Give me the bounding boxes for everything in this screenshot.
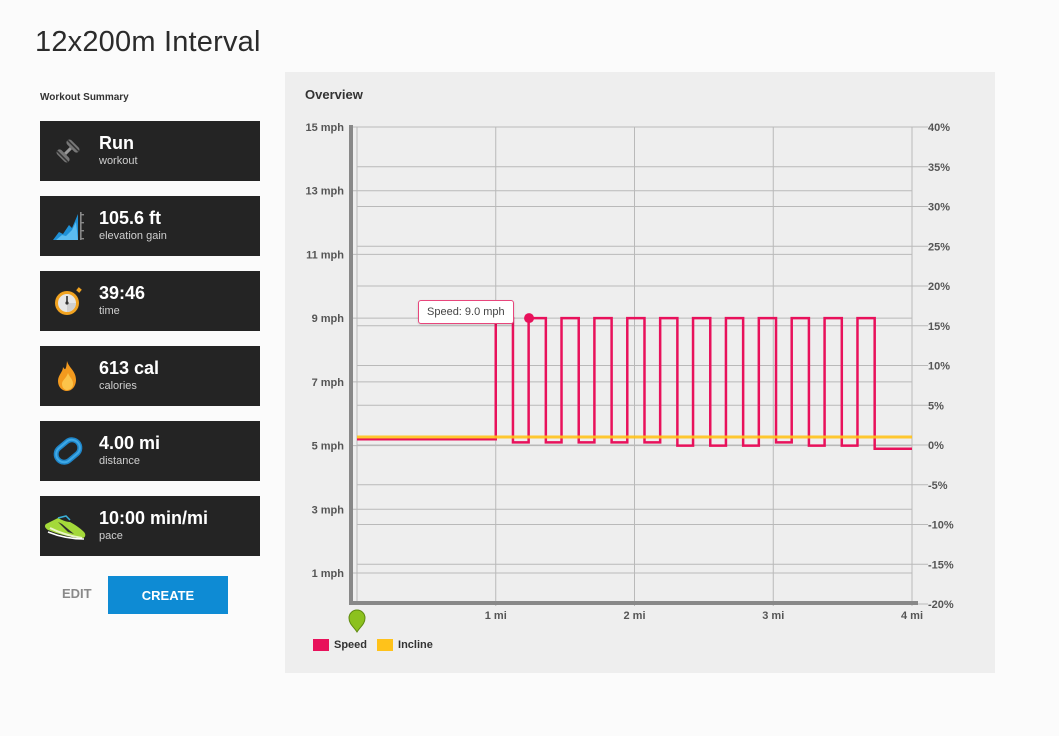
pace-label: pace [99,530,123,542]
x-tick-label: 2 mi [623,610,645,622]
overview-chart: 40% 35% 30% 25% 20% 15% 10% 5% 0% -5% -10% -15% -20%… [305,122,954,633]
y-left-tick-label: 7 mph [312,377,345,389]
x-tick-label: 3 mi [762,610,784,622]
calories-label: calories [99,380,137,392]
calories-value: 613 cal [99,358,160,378]
overview-panel: Overview 40% 35% 30% 25% 20% 15% 10% 5% 0% -5% -10… [285,72,995,673]
legend-swatch-incline [377,639,394,651]
stopwatch-icon [50,283,86,319]
summary-card-pace: 10:00 min/mi pace [40,496,260,556]
y-right-tick-label: -5% [928,480,948,492]
time-value: 39:46 [99,283,146,303]
y-right-tick-label: -20% [928,599,954,611]
y-left-tick-label: 9 mph [312,313,345,325]
y-left-tick-label: 3 mph [312,504,345,516]
y-right-tick-label: 25% [928,241,950,253]
y-right-tick-label: 0% [928,440,944,452]
y-left-tick-label: 1 mph [312,568,345,580]
chart-tooltip: Speed: 9.0 mph [418,300,514,324]
time-label: time [99,305,120,317]
y-left-tick-label: 13 mph [305,186,344,198]
flame-icon [50,358,86,394]
create-button[interactable]: CREATE [108,576,228,614]
y-right-tick-label: -10% [928,520,954,532]
elevation-value: 105.6 ft [99,208,162,228]
dumbbell-icon [50,133,86,169]
page-title: 12x200m Interval [35,26,261,58]
legend-swatch-speed [313,639,329,651]
y-right-tick-label: 20% [928,281,950,293]
y-right-tick-label: 30% [928,202,950,214]
distance-band-icon [50,433,86,469]
start-marker-icon [348,609,366,633]
x-tick-label: 1 mi [485,610,507,622]
summary-card-time: 39:46 time [40,271,260,331]
y-left-tick-label: 15 mph [305,122,344,134]
summary-card-distance: 4.00 mi distance [40,421,260,481]
workout-value: Run [99,133,134,153]
edit-button[interactable]: EDIT [62,586,92,601]
y-right-tick-label: 15% [928,321,950,333]
running-shoe-icon [44,508,88,544]
y-left-tick-label: 11 mph [306,249,344,261]
y-right-tick-label: -15% [928,559,954,571]
x-tick-label: 4 mi [901,610,923,622]
chart-legend: Speed Incline [313,639,443,651]
legend-label-incline: Incline [398,639,433,651]
pace-value: 10:00 min/mi [99,508,209,528]
y-right-tick-label: 40% [928,122,950,134]
legend-label-speed: Speed [334,639,368,651]
distance-label: distance [99,455,140,467]
legend-item-speed[interactable]: Speed [313,639,367,651]
summary-card-calories: 613 cal calories [40,346,260,406]
summary-card-workout: Run workout [40,121,260,181]
tooltip-point [524,313,535,324]
summary-card-elevation: 105.6 ft elevation gain [40,196,260,256]
y-right-tick-label: 35% [928,162,950,174]
legend-item-incline[interactable]: Incline [377,639,433,651]
elevation-label: elevation gain [99,230,167,242]
y-right-tick-label: 10% [928,361,950,373]
y-right-tick-label: 5% [928,400,944,412]
distance-value: 4.00 mi [99,433,161,453]
y-left-tick-label: 5 mph [312,441,345,453]
elevation-icon [50,208,86,244]
workout-summary-heading: Workout Summary [40,92,129,103]
summary-cards: Run workout 105.6 ft elevation gain 39:4… [40,121,260,571]
workout-label: workout [99,155,138,167]
